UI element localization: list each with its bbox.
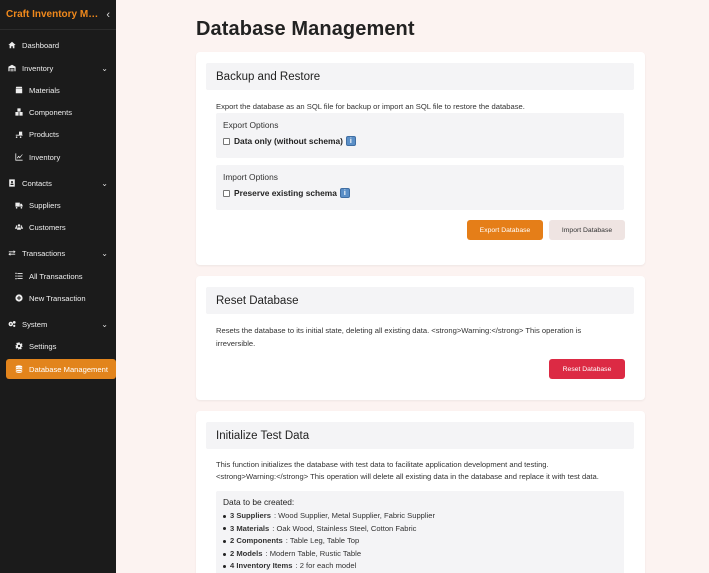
sidebar-item-customers[interactable]: Customers	[0, 217, 116, 237]
data-to-create-title: Data to be created:	[223, 497, 295, 507]
exchange-icon	[6, 249, 18, 257]
cubes-icon	[13, 108, 25, 116]
initialize-test-data-card: Initialize Test Data This function initi…	[196, 411, 645, 573]
sidebar-item-label: Materials	[29, 85, 60, 95]
box-icon	[13, 86, 25, 94]
sidebar-item-label: Dashboard	[22, 40, 60, 50]
sidebar-item-label: Database Management	[29, 364, 108, 374]
sidebar-group-system[interactable]: System ⌄	[0, 314, 116, 334]
backup-description: Export the database as an SQL file for b…	[216, 102, 525, 111]
sidebar-item-inventory[interactable]: Inventory	[0, 147, 116, 167]
export-data-only-option[interactable]: Data only (without schema) i	[223, 136, 356, 146]
database-icon	[13, 365, 25, 373]
cogs-icon	[6, 320, 18, 328]
reset-database-button[interactable]: Reset Database	[549, 359, 625, 379]
info-icon[interactable]: i	[345, 136, 356, 146]
chevron-down-icon: ⌄	[101, 248, 108, 258]
reset-description-line: irreversible.	[216, 339, 256, 348]
sidebar-item-dashboard[interactable]: Dashboard	[0, 35, 116, 55]
sidebar-item-materials[interactable]: Materials	[0, 80, 116, 100]
list-item: 3 Suppliers: Wood Supplier, Metal Suppli…	[223, 510, 435, 523]
sidebar-item-label: Products	[29, 129, 59, 139]
sidebar-item-products[interactable]: Products	[0, 124, 116, 144]
export-options-title: Export Options	[223, 120, 279, 130]
dolly-icon	[13, 130, 25, 138]
sidebar-item-label: All Transactions	[29, 271, 83, 281]
sidebar-brand: Craft Inventory Man... ‹	[0, 0, 116, 30]
gear-icon	[13, 342, 25, 350]
sidebar-item-label: Contacts	[22, 178, 52, 188]
plus-circle-icon	[13, 294, 25, 302]
checkbox-label: Data only (without schema)	[234, 136, 343, 146]
init-description: This function initializes the database w…	[216, 459, 625, 483]
list-item: 2 Models: Modern Table, Rustic Table	[223, 548, 435, 561]
checkbox-label: Preserve existing schema	[234, 188, 337, 198]
sidebar-group-inventory[interactable]: Inventory ⌄	[0, 58, 116, 78]
sidebar-group-transactions[interactable]: Transactions ⌄	[0, 243, 116, 263]
import-preserve-schema-option[interactable]: Preserve existing schema i	[223, 188, 350, 198]
reset-description-line: Resets the database to its initial state…	[216, 326, 582, 335]
app-title[interactable]: Craft Inventory Man...	[6, 9, 102, 20]
preserve-schema-checkbox[interactable]	[223, 189, 230, 197]
init-description-line: This function initializes the database w…	[216, 460, 549, 469]
main-content: Database Management Backup and Restore E…	[116, 0, 709, 573]
sidebar-group-contacts[interactable]: Contacts ⌄	[0, 173, 116, 193]
sidebar-item-label: Transactions	[22, 248, 66, 258]
chevron-down-icon: ⌄	[101, 178, 108, 188]
address-book-icon	[6, 179, 18, 187]
chevron-left-icon[interactable]: ‹	[106, 9, 110, 21]
warehouse-icon	[6, 64, 18, 72]
chevron-down-icon: ⌄	[101, 63, 108, 73]
test-data-panel: Data to be created: 3 Suppliers: Wood Su…	[216, 491, 624, 573]
data-only-checkbox[interactable]	[223, 137, 230, 145]
sidebar-item-label: Components	[29, 107, 73, 117]
import-options-title: Import Options	[223, 172, 278, 182]
truck-icon	[13, 201, 25, 209]
chevron-down-icon: ⌄	[101, 319, 108, 329]
backup-restore-card: Backup and Restore Export the database a…	[196, 52, 645, 265]
export-database-button[interactable]: Export Database	[467, 220, 543, 240]
card-header: Initialize Test Data	[206, 422, 634, 449]
sidebar-item-label: Suppliers	[29, 200, 61, 210]
users-icon	[13, 223, 25, 231]
init-description-line: <strong>Warning:</strong> This operation…	[216, 472, 599, 481]
page-title: Database Management	[196, 18, 415, 40]
sidebar-item-new-transaction[interactable]: New Transaction	[0, 288, 116, 308]
sidebar-item-label: Settings	[29, 341, 57, 351]
reset-database-card: Reset Database Resets the database to it…	[196, 276, 645, 400]
list-item: 4 Inventory Items: 2 for each model	[223, 560, 435, 573]
test-data-list: 3 Suppliers: Wood Supplier, Metal Suppli…	[223, 510, 435, 573]
home-icon	[6, 41, 18, 49]
card-header: Reset Database	[206, 287, 634, 314]
chart-icon	[13, 153, 25, 161]
list-item: 3 Materials: Oak Wood, Stainless Steel, …	[223, 523, 435, 536]
list-item: 2 Components: Table Leg, Table Top	[223, 535, 435, 548]
sidebar-item-label: Inventory	[22, 63, 54, 73]
export-options-panel: Export Options Data only (without schema…	[216, 113, 624, 158]
info-icon[interactable]: i	[339, 188, 350, 198]
sidebar-item-suppliers[interactable]: Suppliers	[0, 195, 116, 215]
sidebar-item-settings[interactable]: Settings	[0, 336, 116, 356]
reset-description: Resets the database to its initial state…	[216, 324, 625, 350]
card-header: Backup and Restore	[206, 63, 634, 90]
sidebar-item-label: Inventory	[29, 152, 61, 162]
sidebar-item-all-transactions[interactable]: All Transactions	[0, 266, 116, 286]
sidebar-item-components[interactable]: Components	[0, 102, 116, 122]
list-icon	[13, 272, 25, 280]
import-database-button[interactable]: Import Database	[549, 220, 625, 240]
sidebar: Craft Inventory Man... ‹ Dashboard Inven…	[0, 0, 116, 573]
sidebar-item-database-management[interactable]: Database Management	[6, 359, 116, 379]
sidebar-item-label: System	[22, 319, 48, 329]
sidebar-item-label: Customers	[29, 222, 66, 232]
sidebar-item-label: New Transaction	[29, 293, 86, 303]
import-options-panel: Import Options Preserve existing schema …	[216, 165, 624, 210]
